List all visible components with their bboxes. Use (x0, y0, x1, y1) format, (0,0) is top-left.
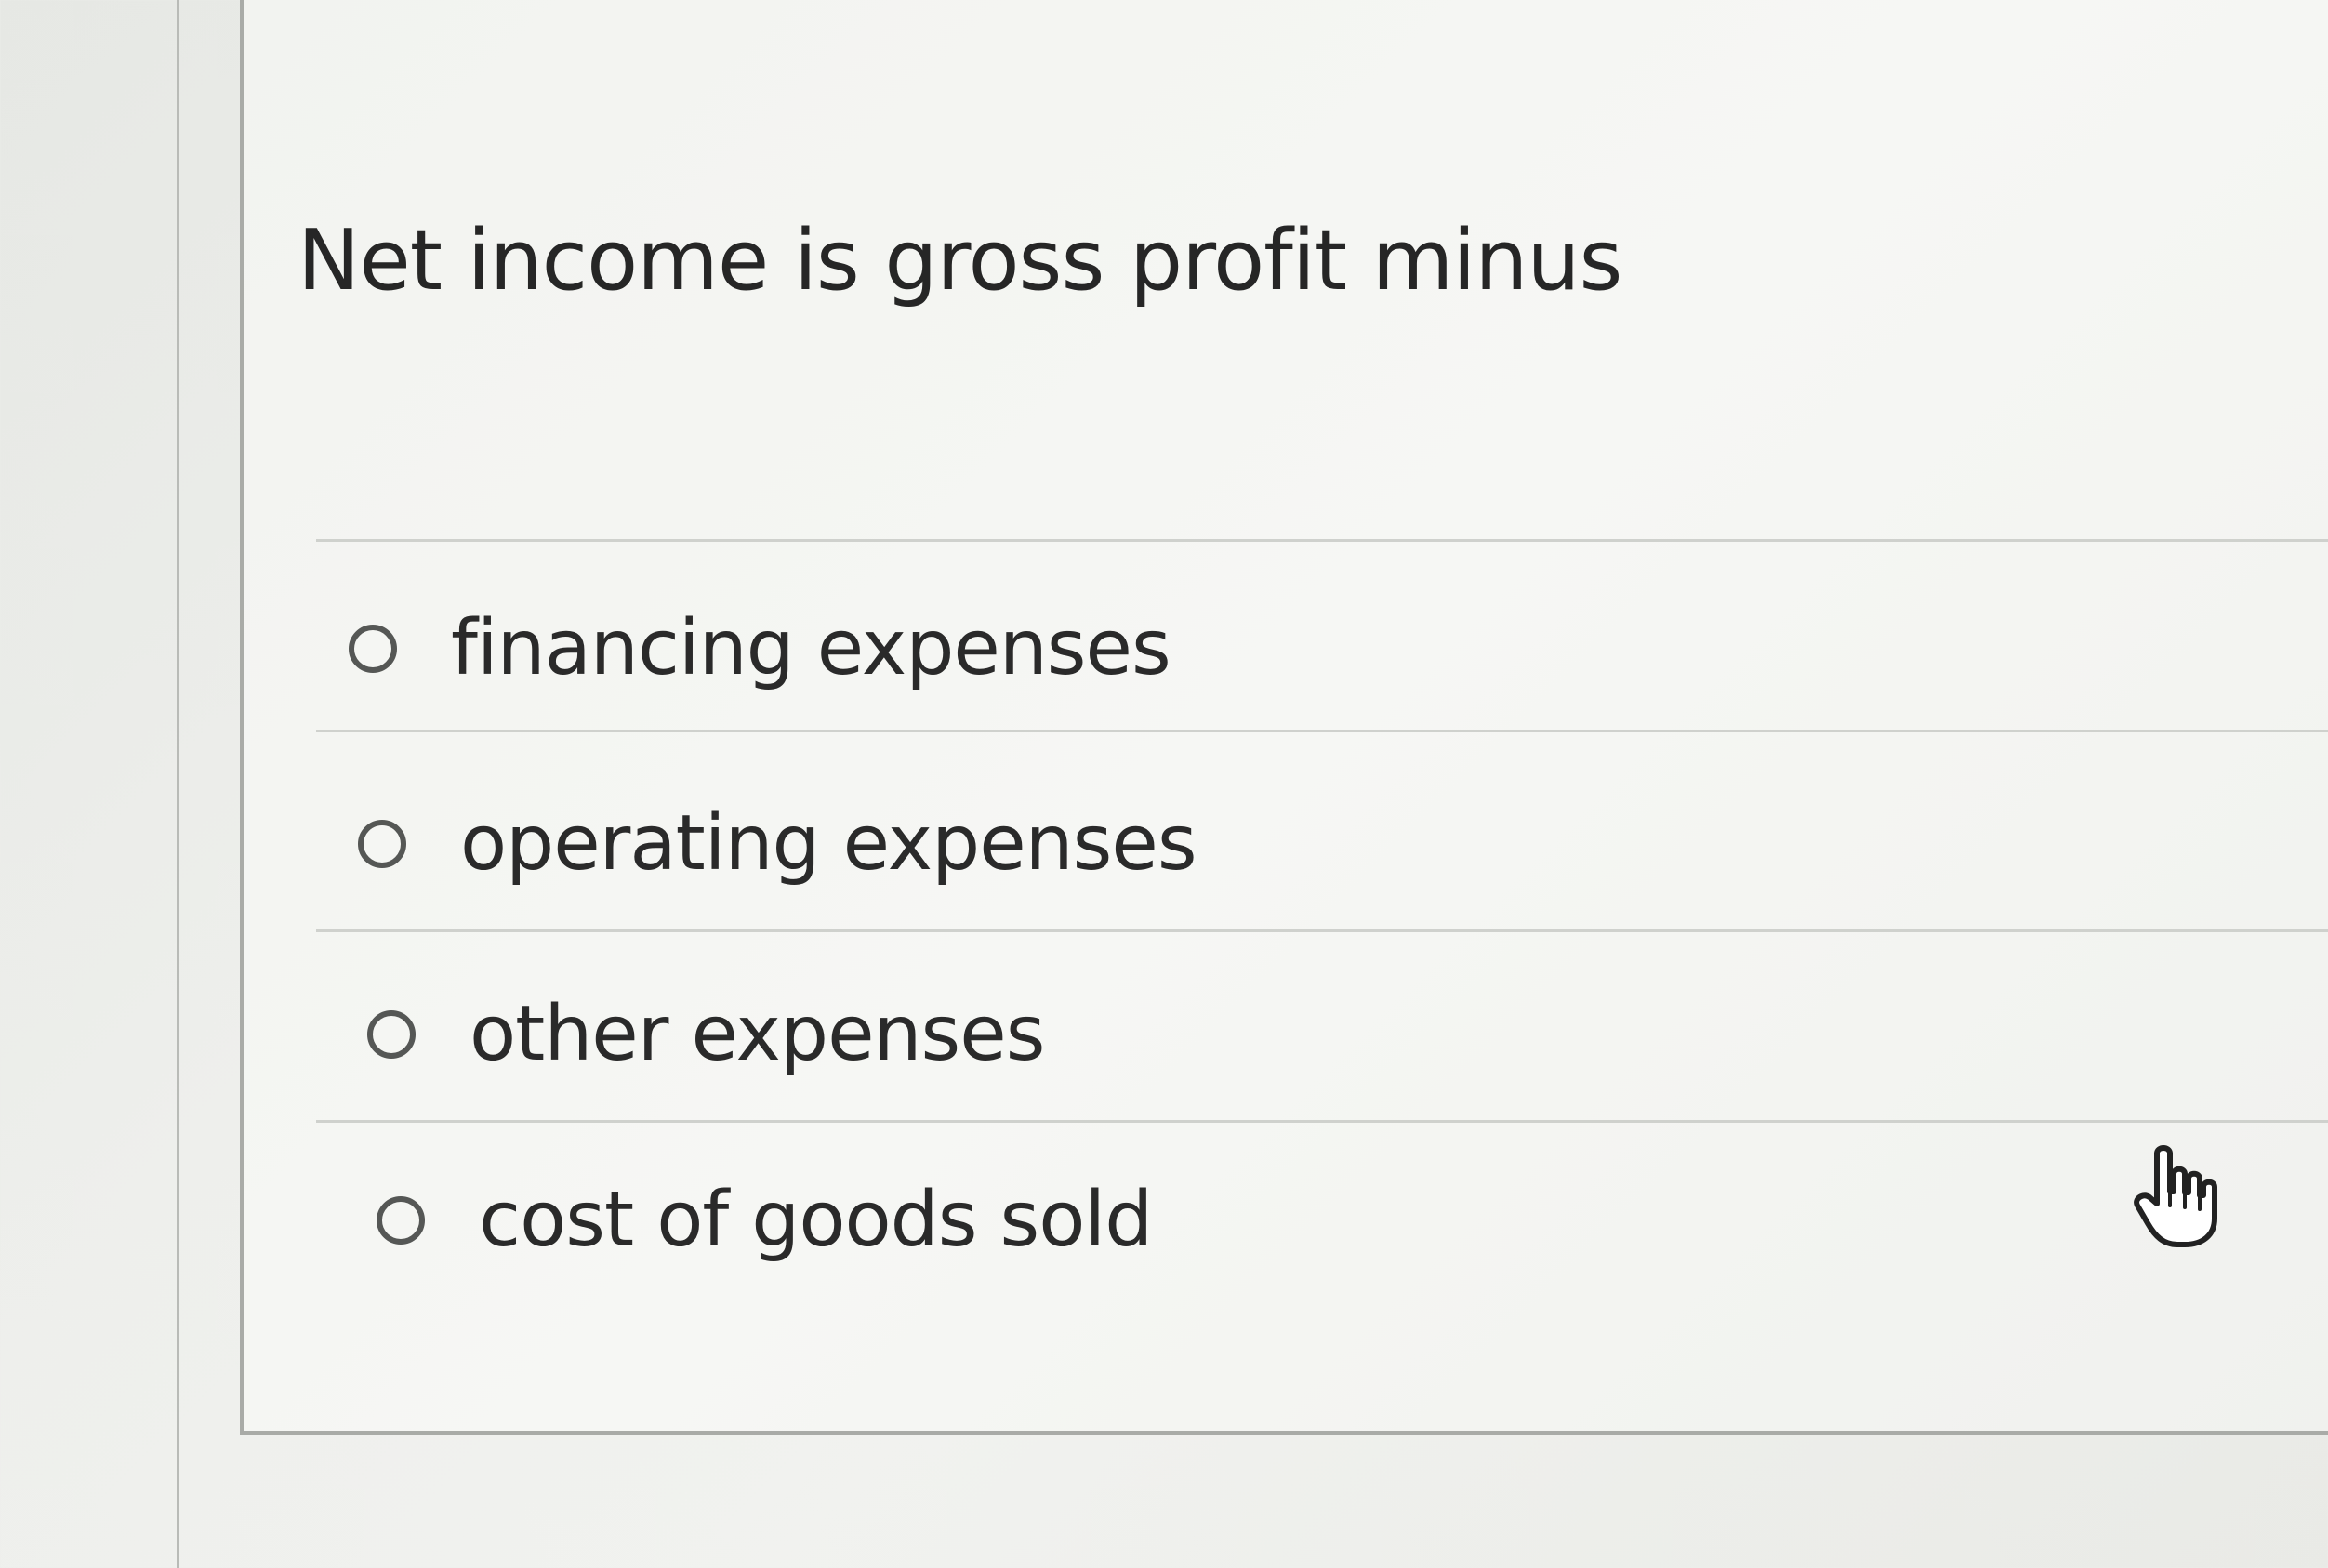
answer-label: financing expenses (451, 604, 1171, 692)
radio-button[interactable] (358, 819, 406, 868)
radio-button[interactable] (367, 1009, 416, 1059)
radio-button[interactable] (349, 624, 397, 673)
answer-label: cost of goods sold (479, 1176, 1153, 1264)
radio-button[interactable] (377, 1195, 425, 1245)
answer-label: operating expenses (460, 799, 1197, 888)
answer-option-financing-expenses[interactable]: financing expenses (349, 604, 1171, 692)
answer-option-operating-expenses[interactable]: operating expenses (358, 799, 1197, 888)
answer-options: financing expenses operating expenses ot… (0, 0, 2328, 1568)
answer-option-other-expenses[interactable]: other expenses (367, 990, 1045, 1078)
answer-label: other expenses (470, 990, 1045, 1078)
hand-pointer-icon (2134, 1145, 2217, 1247)
answer-option-cost-of-goods-sold[interactable]: cost of goods sold (377, 1176, 1153, 1264)
